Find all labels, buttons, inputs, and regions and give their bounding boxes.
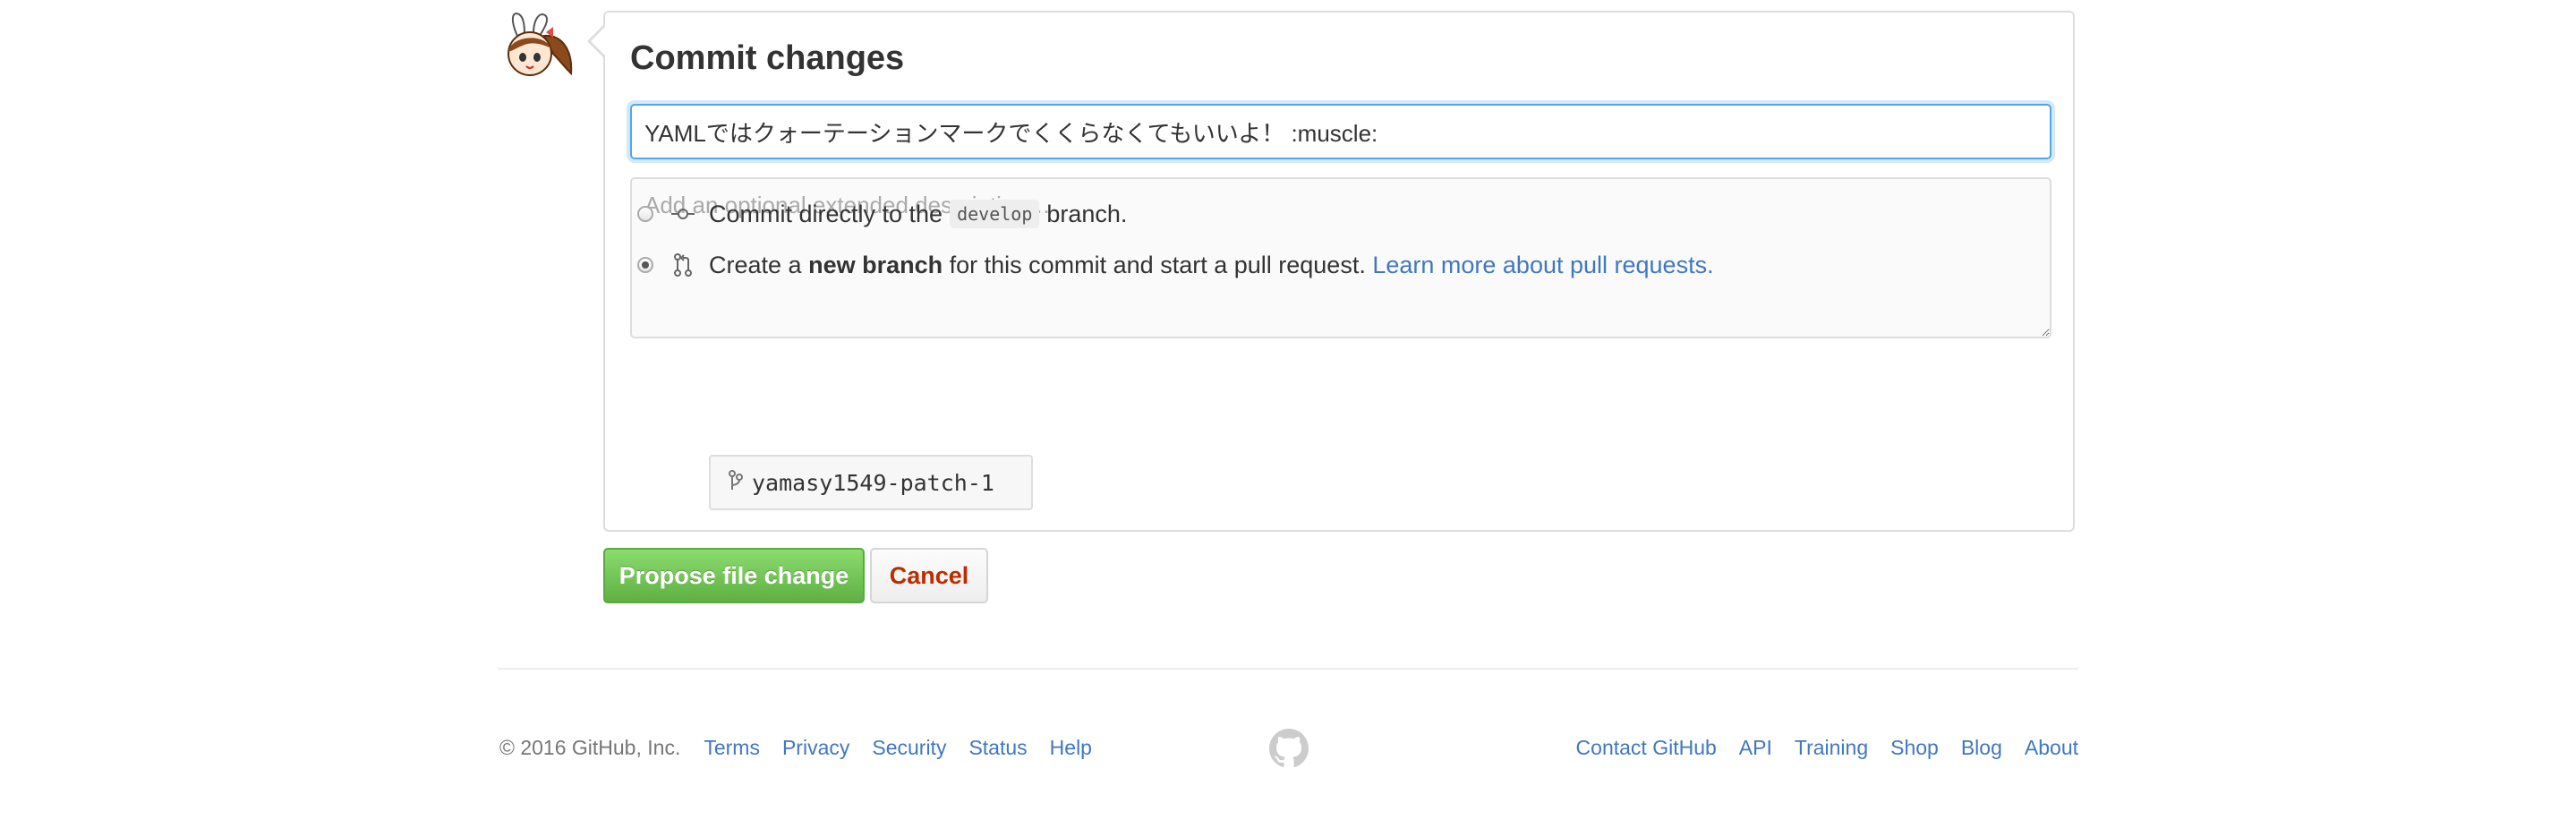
commit-direct-option[interactable]: Commit directly to the develop branch. (637, 196, 1127, 232)
new-branch-suffix: for this commit and start a pull request… (949, 251, 1366, 278)
new-branch-radio[interactable] (637, 257, 653, 273)
footer-link-shop[interactable]: Shop (1890, 736, 1939, 760)
git-branch-icon (729, 469, 743, 496)
footer-link-security[interactable]: Security (872, 736, 946, 760)
git-pull-request-icon (671, 253, 695, 277)
footer-link-training[interactable]: Training (1795, 736, 1868, 760)
panel-pointer-inner (591, 27, 605, 56)
commit-summary-input[interactable] (630, 104, 2051, 159)
github-mark-icon[interactable] (1269, 729, 1309, 768)
commit-title: Commit changes (630, 39, 905, 77)
footer-link-privacy[interactable]: Privacy (782, 736, 849, 760)
commit-panel: Commit changes Commit directly to the de… (603, 11, 2075, 532)
git-commit-icon (671, 202, 695, 226)
new-branch-name-box (709, 455, 1033, 510)
new-branch-prefix: Create a (709, 251, 802, 278)
user-avatar[interactable] (498, 9, 576, 81)
commit-direct-radio[interactable] (637, 206, 653, 222)
footer-link-contact-github[interactable]: Contact GitHub (1576, 736, 1717, 760)
footer-link-blog[interactable]: Blog (1961, 736, 2002, 760)
propose-file-change-button[interactable]: Propose file change (603, 548, 865, 603)
footer-link-status[interactable]: Status (968, 736, 1027, 760)
footer-copyright: © 2016 GitHub, Inc. (499, 736, 681, 759)
commit-direct-suffix: branch. (1046, 200, 1128, 227)
footer-link-about[interactable]: About (2025, 736, 2078, 760)
base-branch-name: develop (950, 200, 1040, 228)
page: Commit changes Commit directly to the de… (0, 0, 2576, 820)
commit-direct-prefix: Commit directly to the (709, 200, 943, 227)
new-branch-option[interactable]: Create a new branch for this commit and … (637, 247, 1714, 283)
footer-left: © 2016 GitHub, Inc. Terms Privacy Securi… (499, 736, 1114, 760)
footer-link-help[interactable]: Help (1050, 736, 1092, 760)
footer-right: Contact GitHub API Training Shop Blog Ab… (1576, 736, 2078, 760)
footer-divider (498, 668, 2078, 670)
new-branch-name-input[interactable] (752, 469, 1020, 496)
footer-link-terms[interactable]: Terms (704, 736, 760, 760)
cancel-button[interactable]: Cancel (870, 548, 988, 603)
new-branch-bold: new branch (808, 251, 943, 278)
footer-link-api[interactable]: API (1739, 736, 1772, 760)
learn-more-pull-requests-link[interactable]: Learn more about pull requests. (1372, 252, 1713, 279)
